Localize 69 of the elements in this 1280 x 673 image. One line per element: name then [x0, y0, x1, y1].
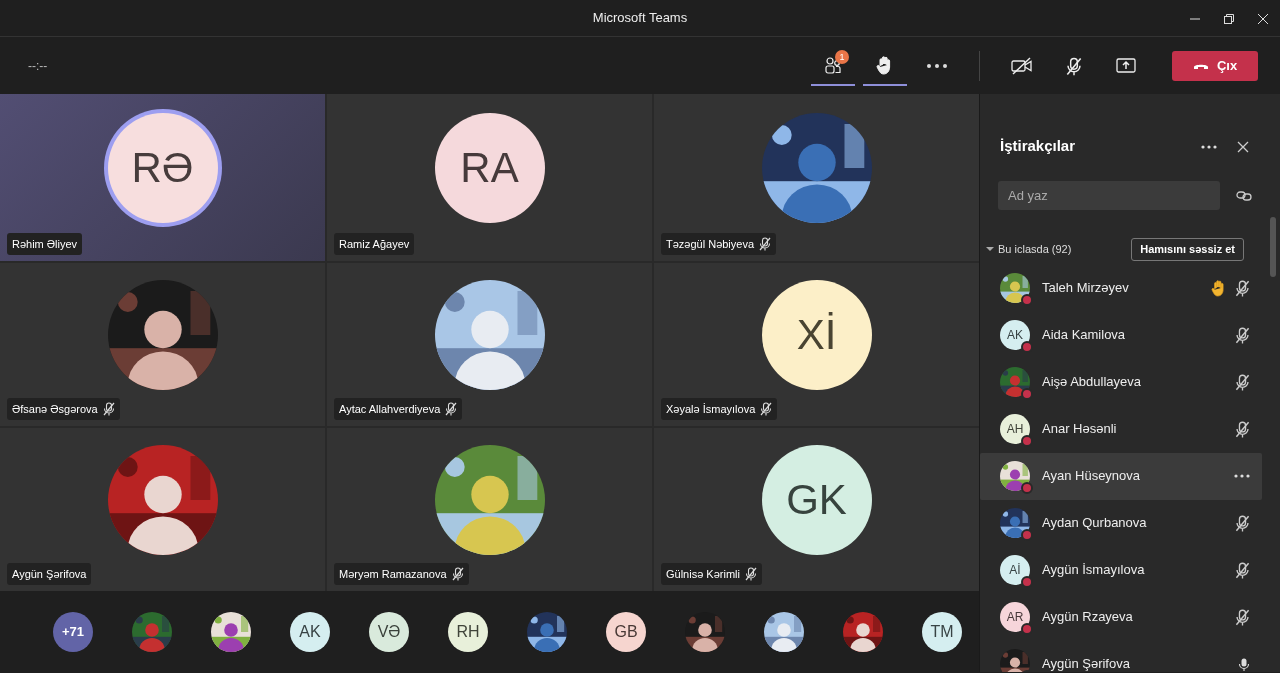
status-dot: [1021, 576, 1033, 588]
status-dot: [1021, 341, 1033, 353]
participant-name: Aygün Rzayeva: [1042, 608, 1133, 627]
avatar: AH: [1000, 414, 1030, 444]
overflow-count[interactable]: +71: [53, 611, 93, 652]
name-label: Gülnisə Kərimli: [661, 562, 762, 585]
status-dot: [1021, 388, 1033, 400]
leave-button[interactable]: Çıx: [1172, 50, 1258, 81]
link-icon[interactable]: [1236, 189, 1252, 202]
avatar: VƏ: [369, 611, 409, 652]
search-field[interactable]: Ad yaz: [998, 181, 1220, 210]
panel-title: İştirakçılar: [1000, 136, 1076, 157]
section-label[interactable]: Bu iclasda (92): [998, 241, 1072, 258]
name-label: Rəhim Əliyev: [7, 232, 83, 255]
people-icon: [823, 56, 843, 75]
name-label: Ramiz Ağayev: [334, 232, 415, 255]
name-label: Aytac Allahverdiyeva: [334, 397, 463, 420]
avatar: GK: [761, 444, 872, 555]
avatar: Xİ: [761, 279, 872, 390]
name-label: Əfsanə Əsgərova: [7, 397, 120, 420]
avatar: RH: [448, 611, 488, 652]
call-timer: --:--: [28, 57, 48, 75]
status-dot: [1021, 482, 1033, 494]
close-icon: [1237, 141, 1249, 154]
close-icon: [1257, 13, 1269, 26]
avatar: AR: [1000, 602, 1030, 632]
avatar: AK: [1000, 320, 1030, 350]
more-options-icon[interactable]: [1234, 474, 1250, 478]
notification-badge: 1: [835, 49, 849, 64]
participant-name: Ayan Hüseynova: [1042, 467, 1141, 486]
camera-off-icon: [1011, 57, 1033, 76]
participant-name: Taleh Mirzəyev: [1042, 279, 1129, 298]
avatar: TM: [922, 611, 962, 652]
name-label: Xəyalə İsmayılova: [661, 397, 778, 420]
participant-row[interactable]: Aygün Şərifova: [980, 640, 1280, 672]
participant-name: Aydan Qurbanova: [1042, 514, 1147, 533]
mic-off-icon: [1066, 56, 1082, 76]
participant-row[interactable]: Aİ Aygün İsmayılova: [980, 546, 1280, 594]
participant-name: Aida Kamilova: [1042, 326, 1126, 345]
participant-name: Anar Həsənli: [1042, 420, 1117, 439]
share-screen-icon: [1116, 57, 1136, 76]
name-label: Aygün Şərifova: [7, 562, 92, 585]
participant-row[interactable]: AR Aygün Rzayeva: [980, 593, 1280, 641]
more-icon: [1201, 145, 1217, 150]
avatar: Aİ: [1000, 555, 1030, 585]
scrollbar[interactable]: [1270, 217, 1276, 277]
participant-row[interactable]: AK Aida Kamilova: [980, 311, 1280, 359]
status-dot: [1021, 529, 1033, 541]
mute-all-button[interactable]: Hamısını səssiz et: [1131, 238, 1244, 261]
avatar: GB: [606, 611, 646, 652]
status-dot: [1021, 294, 1033, 306]
participant-name: Aygün Şərifova: [1042, 655, 1130, 672]
name-label: Təzəgül Nəbiyeva: [661, 232, 777, 255]
window-title: Microsoft Teams: [592, 9, 688, 28]
status-dot: [1021, 435, 1033, 447]
name-label: Məryəm Ramazanova: [334, 562, 469, 585]
avatar: AK: [290, 611, 330, 652]
avatar: RA: [434, 112, 545, 223]
participant-name: Aişə Abdullayeva: [1042, 373, 1141, 392]
participant-row[interactable]: Aişə Abdullayeva: [980, 358, 1280, 406]
participant-row[interactable]: Aydan Qurbanova: [980, 499, 1280, 547]
caret-icon[interactable]: [986, 245, 994, 254]
participant-row[interactable]: AH Anar Həsənli: [980, 405, 1280, 453]
participant-row[interactable]: Taleh Mirzəyev: [980, 264, 1280, 312]
participant-name: Aygün İsmayılova: [1042, 561, 1145, 580]
status-dot: [1021, 623, 1033, 635]
restore-icon: [1223, 13, 1235, 26]
more-icon: [927, 64, 947, 69]
participant-row[interactable]: Ayan Hüseynova: [980, 452, 1262, 500]
